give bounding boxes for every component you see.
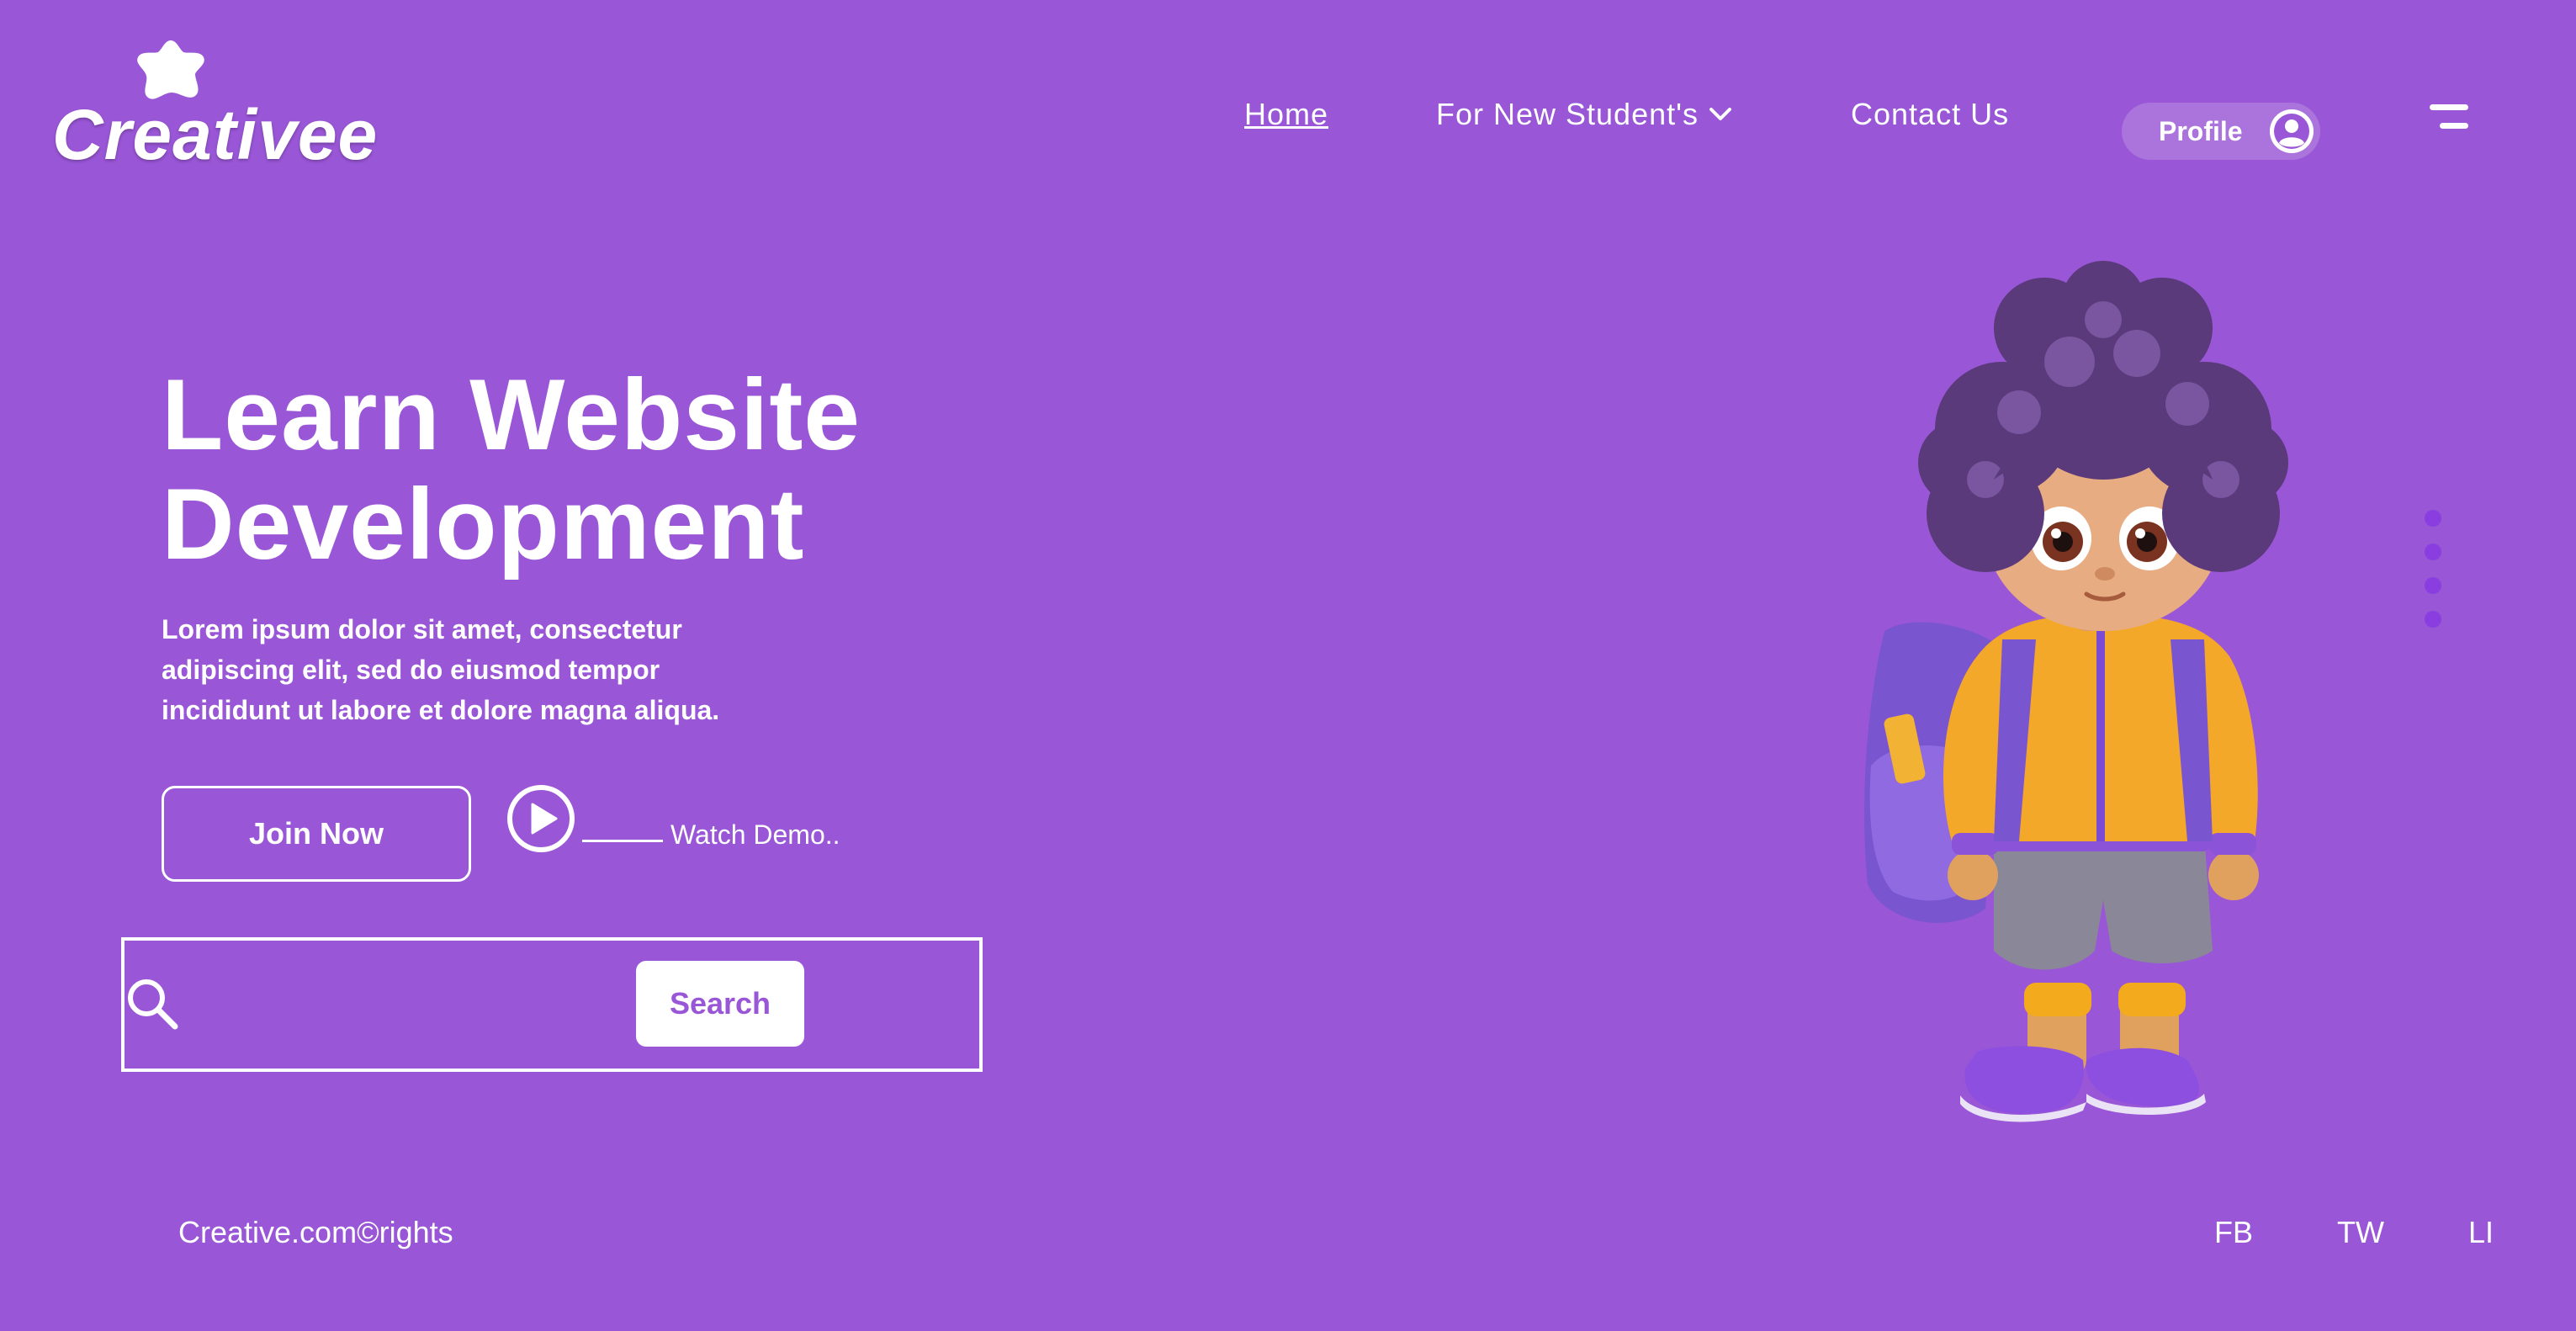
footer-copyright: Creative.com©rights <box>178 1215 453 1249</box>
hero-title: Learn Website Development <box>162 360 1003 579</box>
hamburger-menu-icon[interactable] <box>2428 103 2470 133</box>
nav-contact-link[interactable]: Contact Us <box>1851 99 2009 130</box>
hero-title-line-1: Learn Website <box>162 358 861 471</box>
profile-label: Profile <box>2159 115 2243 146</box>
search-icon <box>128 979 178 1030</box>
nav-new-students-dropdown[interactable]: For New Student's <box>1436 99 1732 130</box>
social-link-fb[interactable]: FB <box>2214 1215 2253 1250</box>
hero-description: Lorem ipsum dolor sit amet, consectetur … <box>162 614 720 725</box>
chevron-down-icon <box>1709 108 1731 120</box>
slide-dot-3[interactable] <box>2425 577 2441 594</box>
nav-home-link[interactable]: Home <box>1244 99 1328 130</box>
brand-logo-text[interactable]: Creativee <box>52 99 378 170</box>
slide-dot-1[interactable] <box>2425 510 2441 527</box>
social-link-li[interactable]: LI <box>2468 1215 2494 1250</box>
search-button[interactable]: Search <box>636 961 804 1047</box>
play-demo-icon[interactable] <box>506 784 575 853</box>
nav-new-students-label: For New Student's <box>1436 97 1699 131</box>
hero-title-line-2: Development <box>162 468 805 581</box>
watch-demo-divider <box>582 840 663 842</box>
profile-button[interactable]: Profile <box>2122 103 2320 160</box>
slide-dot-2[interactable] <box>2425 544 2441 560</box>
slide-dot-4[interactable] <box>2425 611 2441 628</box>
user-avatar-icon <box>2270 109 2314 153</box>
student-character-illustration <box>1864 261 2288 1122</box>
social-link-tw[interactable]: TW <box>2337 1215 2384 1250</box>
watch-demo-link[interactable]: Watch Demo.. <box>671 819 840 851</box>
join-now-button[interactable]: Join Now <box>162 786 471 882</box>
search-input[interactable] <box>193 964 617 1047</box>
logo-star-icon <box>137 40 204 99</box>
